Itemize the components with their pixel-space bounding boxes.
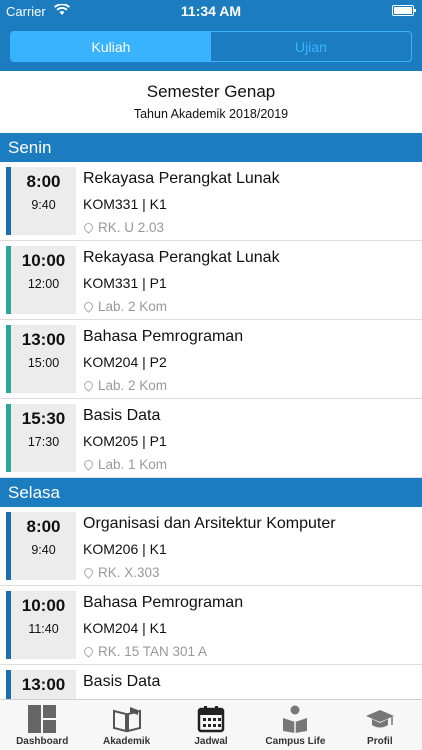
end-time: 9:40 [31, 198, 56, 212]
location-pin-icon [82, 300, 95, 313]
class-row[interactable]: 10:00 11:40 Bahasa Pemrograman KOM204 | … [0, 586, 422, 665]
course-code: KOM204 | K1 [83, 620, 167, 636]
class-row[interactable]: 8:00 9:40 Rekayasa Perangkat Lunak KOM33… [0, 162, 422, 241]
header: Carrier 11:34 AM Kuliah Ujian [0, 0, 422, 71]
tab-jadwal[interactable]: Jadwal [169, 700, 253, 750]
course-code: KOM205 | P1 [83, 433, 167, 449]
academic-year: Tahun Akademik 2018/2019 [133, 107, 289, 121]
graduation-cap-icon [365, 704, 395, 734]
start-time: 8:00 [26, 517, 61, 536]
room-label: Lab. 1 Kom [82, 457, 168, 472]
course-code: KOM331 | P1 [83, 275, 167, 291]
course-name: Bahasa Pemrograman [83, 328, 244, 345]
tab-label: Akademik [102, 736, 151, 747]
room-text: Lab. 2 Kom [98, 378, 168, 393]
time-box: 10:00 11:40 [6, 591, 76, 659]
room-text: RK. 15 TAN 301 A [98, 644, 208, 659]
day-header: Senin [0, 133, 422, 162]
start-time: 13:00 [21, 675, 66, 694]
start-time: 10:00 [21, 251, 66, 270]
room-text: RK. X.303 [98, 565, 160, 580]
tab-akademik[interactable]: Akademik [84, 700, 168, 750]
room-text: Lab. 1 Kom [98, 457, 168, 472]
course-name: Basis Data [83, 673, 161, 690]
end-time: 12:00 [27, 277, 60, 291]
segment-ujian[interactable]: Ujian [211, 32, 411, 61]
location-pin-icon [82, 645, 95, 658]
battery-icon [392, 5, 416, 16]
course-name: Bahasa Pemrograman [83, 594, 244, 611]
location-pin-icon [82, 221, 95, 234]
class-row[interactable]: 10:00 12:00 Rekayasa Perangkat Lunak KOM… [0, 241, 422, 320]
course-name: Rekayasa Perangkat Lunak [83, 170, 280, 187]
tab-label: Profil [367, 736, 393, 747]
room-label: Lab. 2 Kom [82, 299, 168, 314]
start-time: 15:30 [21, 409, 66, 428]
course-code: KOM206 | K1 [83, 541, 167, 557]
class-row[interactable]: 15:30 17:30 Basis Data KOM205 | P1 Lab. … [0, 399, 422, 478]
status-bar: Carrier 11:34 AM [0, 0, 422, 22]
segment-kuliah[interactable]: Kuliah [11, 32, 211, 61]
room-label: RK. U 2.03 [82, 220, 165, 235]
start-time: 13:00 [21, 330, 66, 349]
book-icon [112, 704, 142, 734]
segment-control: Kuliah Ujian [10, 31, 412, 62]
day-header: Selasa [0, 478, 422, 507]
dashboard-icon [27, 704, 57, 734]
location-pin-icon [82, 379, 95, 392]
room-label: RK. 15 TAN 301 A [82, 644, 208, 659]
course-name: Organisasi dan Arsitektur Komputer [83, 515, 336, 532]
class-row[interactable]: 13:00 15:00 Bahasa Pemrograman KOM204 | … [0, 320, 422, 399]
class-row[interactable]: 8:00 9:40 Organisasi dan Arsitektur Komp… [0, 507, 422, 586]
status-time: 11:34 AM [180, 3, 242, 19]
end-time: 17:30 [27, 435, 60, 449]
tab-campus-life[interactable]: Campus Life [253, 700, 337, 750]
tab-label: Dashboard [16, 736, 69, 747]
tab-label: Campus Life [265, 736, 326, 747]
time-box: 13:00 15:00 [6, 325, 76, 393]
time-box: 15:30 17:30 [6, 404, 76, 472]
room-text: RK. U 2.03 [98, 220, 165, 235]
course-name: Basis Data [83, 407, 161, 424]
end-time: 9:40 [31, 543, 56, 557]
start-time: 8:00 [26, 172, 61, 191]
room-label: RK. X.303 [82, 565, 160, 580]
time-box: 8:00 9:40 [6, 167, 76, 235]
calendar-icon [196, 704, 226, 734]
room-label: Lab. 2 Kom [82, 378, 168, 393]
course-code: KOM204 | P2 [83, 354, 167, 370]
course-code: KOM331 | K1 [83, 196, 167, 212]
time-box: 10:00 12:00 [6, 246, 76, 314]
tab-profil[interactable]: Profil [338, 700, 422, 750]
end-time: 11:40 [28, 622, 59, 636]
location-pin-icon [82, 458, 95, 471]
room-text: Lab. 2 Kom [98, 299, 168, 314]
semester-header: Semester Genap Tahun Akademik 2018/2019 [0, 71, 422, 134]
time-box: 13:00 14:40 [6, 670, 76, 699]
reader-icon [280, 704, 310, 734]
start-time: 10:00 [21, 596, 66, 615]
tab-label: Jadwal [194, 736, 228, 747]
time-box: 8:00 9:40 [6, 512, 76, 580]
location-pin-icon [82, 566, 95, 579]
class-row[interactable]: 13:00 14:40 Basis Data KOM205 | K2 [0, 665, 422, 699]
semester-title: Semester Genap [146, 82, 276, 101]
tab-dashboard[interactable]: Dashboard [0, 700, 84, 750]
course-name: Rekayasa Perangkat Lunak [83, 249, 280, 266]
end-time: 15:00 [27, 356, 60, 370]
schedule-list[interactable]: Senin 8:00 9:40 Rekayasa Perangkat Lunak… [0, 133, 422, 699]
tab-bar: Dashboard Akademik Jadwal Campus Life Pr… [0, 699, 422, 750]
